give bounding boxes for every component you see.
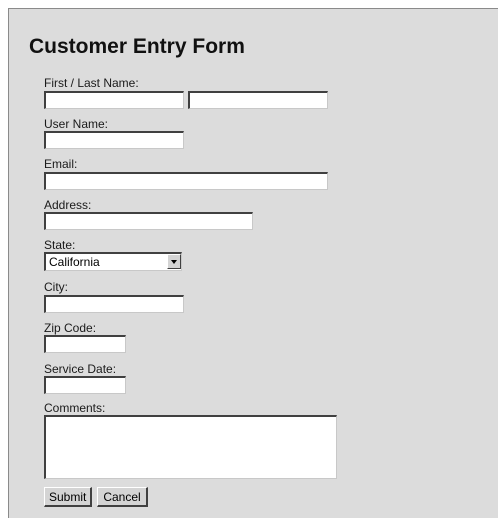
comments-textarea[interactable]: [44, 415, 337, 479]
state-select-value: California: [49, 255, 100, 269]
email-input[interactable]: [44, 172, 328, 190]
email-label: Email:: [44, 157, 78, 171]
last-name-input[interactable]: [188, 91, 328, 109]
state-select[interactable]: California: [44, 252, 182, 271]
zip-input[interactable]: [44, 335, 126, 353]
address-label: Address:: [44, 198, 92, 212]
username-input[interactable]: [44, 131, 184, 149]
name-label: First / Last Name:: [44, 76, 139, 90]
cancel-button[interactable]: Cancel: [97, 487, 148, 507]
comments-label: Comments:: [44, 401, 106, 415]
city-input[interactable]: [44, 295, 184, 313]
submit-button[interactable]: Submit: [44, 487, 92, 507]
service-date-label: Service Date:: [44, 362, 117, 376]
state-label: State:: [44, 238, 76, 252]
address-input[interactable]: [44, 212, 253, 230]
form-panel: Customer Entry Form First / Last Name: U…: [8, 8, 498, 518]
city-label: City:: [44, 280, 68, 294]
first-name-input[interactable]: [44, 91, 184, 109]
service-date-input[interactable]: [44, 376, 126, 394]
chevron-down-icon[interactable]: [167, 254, 181, 269]
username-label: User Name:: [44, 117, 109, 131]
zip-label: Zip Code:: [44, 321, 97, 335]
form-title: Customer Entry Form: [29, 35, 245, 58]
